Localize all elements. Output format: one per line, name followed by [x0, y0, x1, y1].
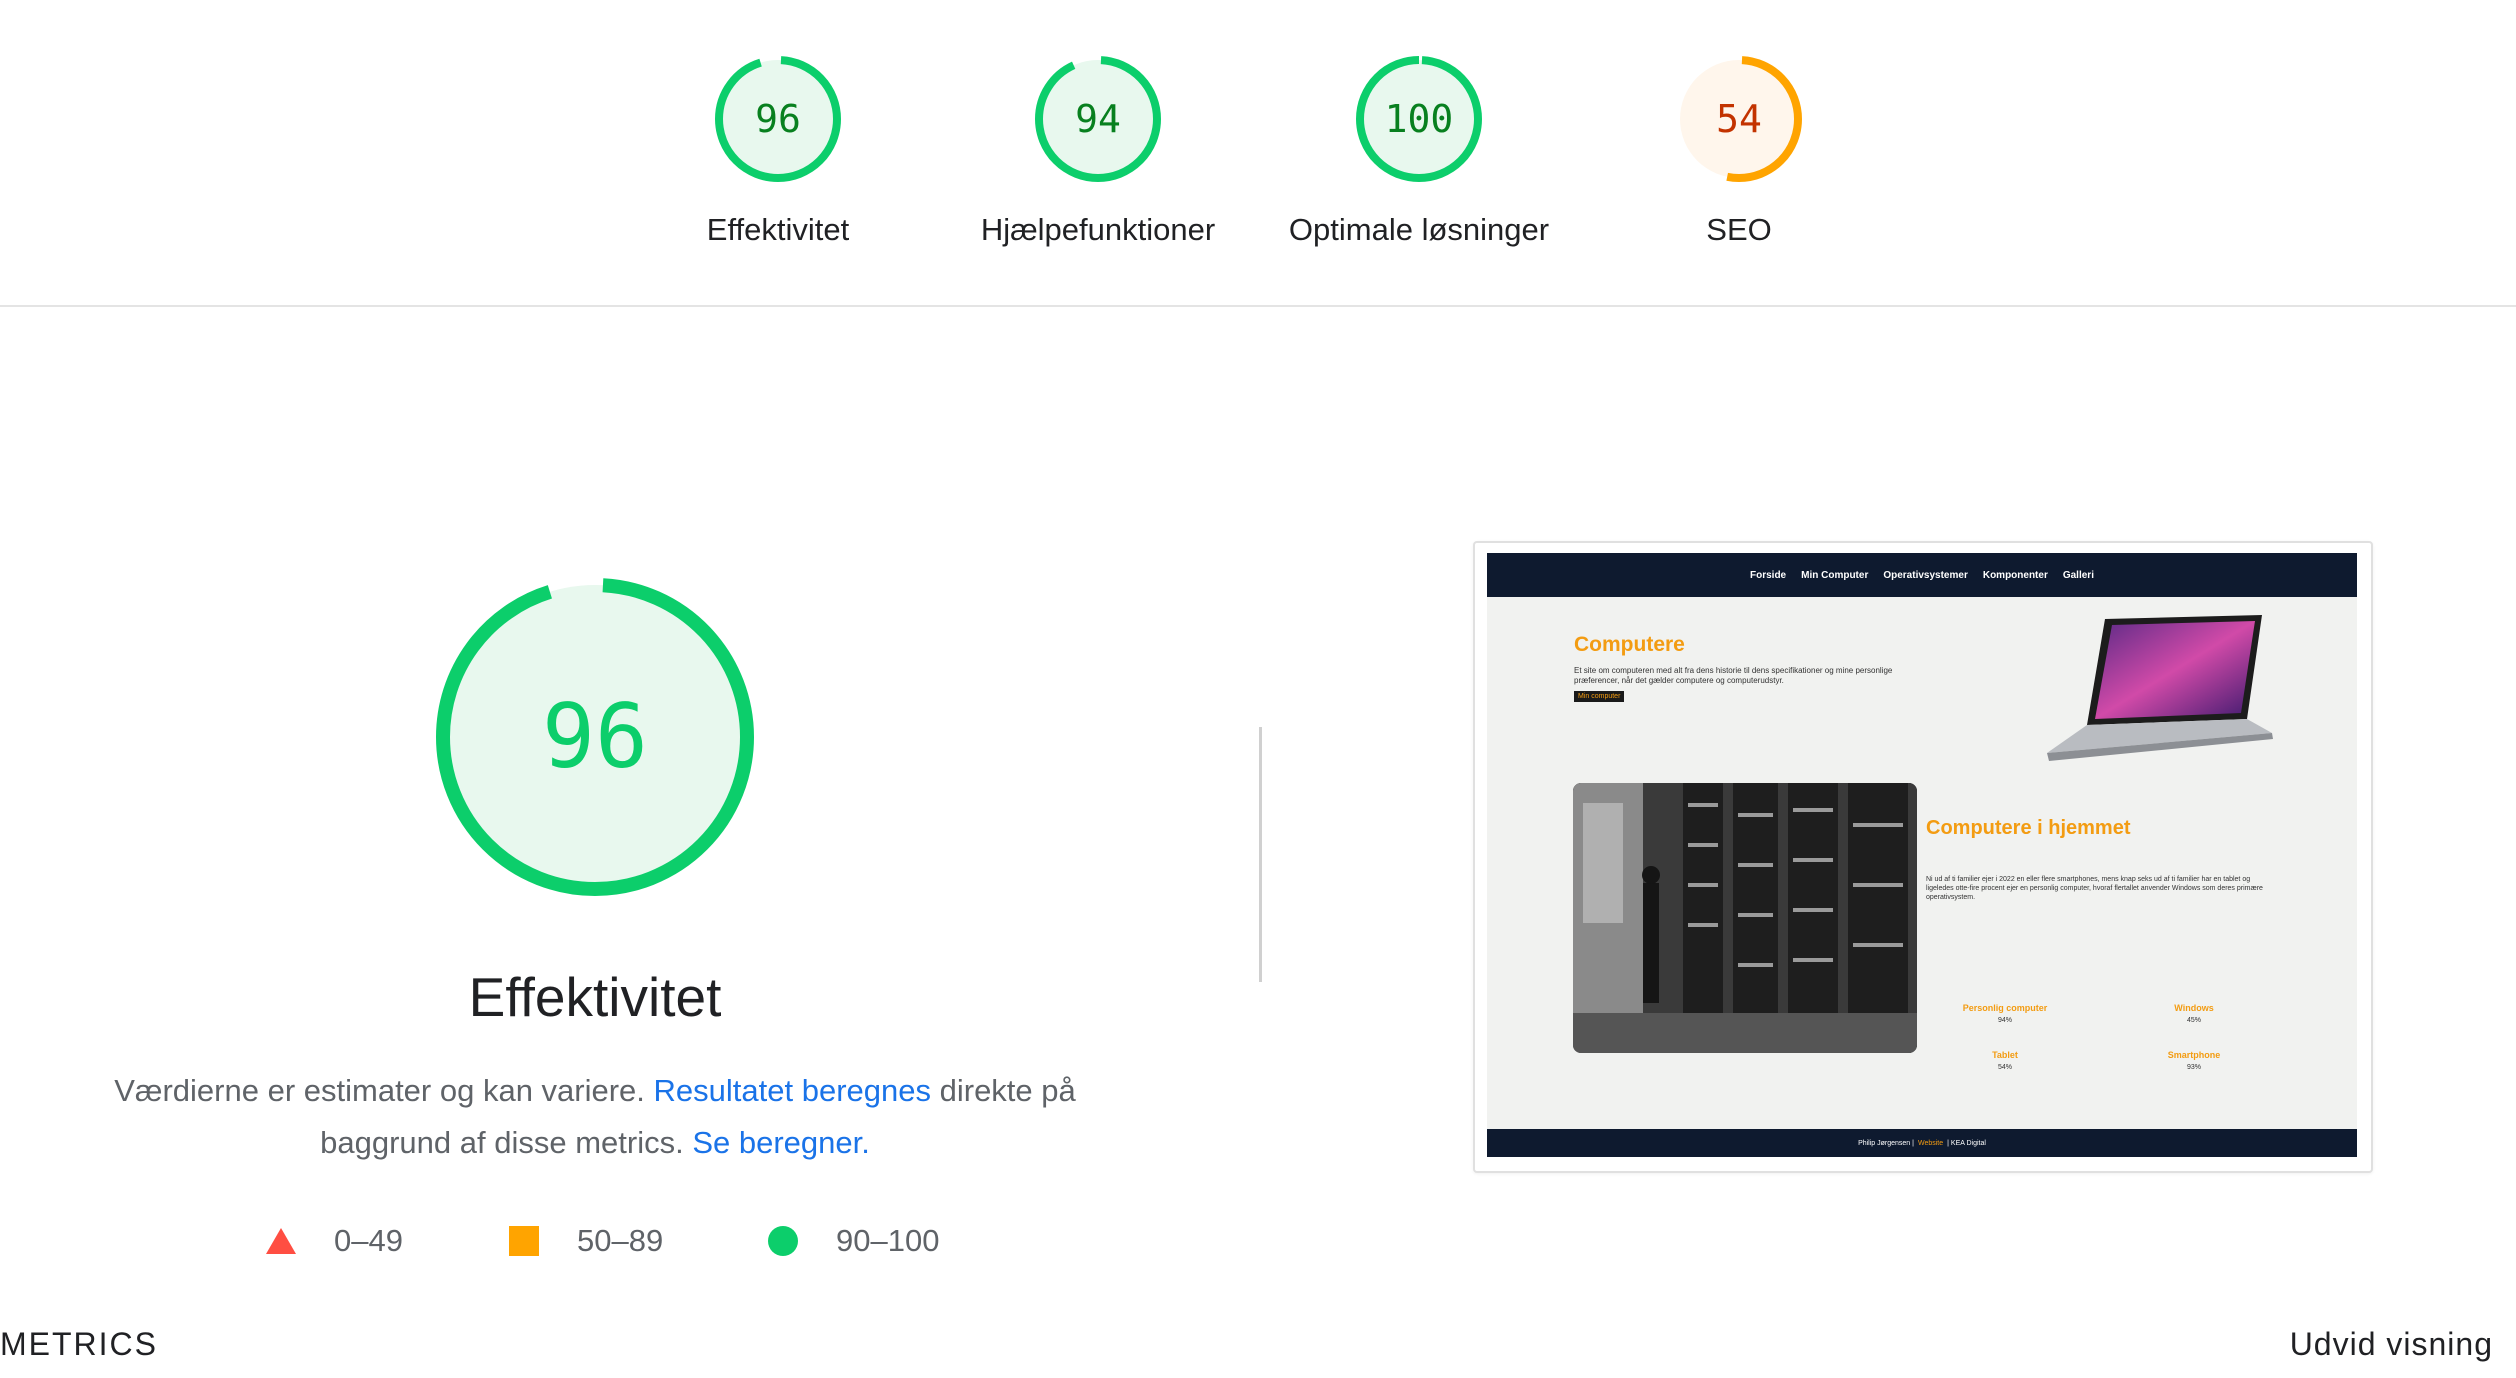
footer-link: Website	[1917, 1139, 1944, 1147]
site-stat: Smartphone 93%	[2124, 1050, 2264, 1071]
stat-value: 94%	[1997, 1017, 2012, 1024]
site-nav-item: Operativsystemer	[1883, 569, 1968, 581]
gauge-label: Effektivitet	[706, 212, 850, 247]
calculator-link[interactable]: Se beregner.	[692, 1125, 870, 1160]
gauge-hjaelpefunktioner[interactable]: 94 Hjælpefunktioner	[938, 52, 1258, 248]
site-paragraph: Ni ud af ti familier ejer i 2022 en elle…	[1926, 876, 2263, 901]
computer-room-photo	[1573, 783, 1917, 1053]
site-stat: Tablet 54%	[1935, 1050, 2075, 1071]
stat-label: Personlig computer	[1962, 1003, 2048, 1013]
site-heading: Computere	[1574, 633, 1685, 656]
site-thumbnail: Forside Min Computer Operativsystemer Ko…	[1487, 553, 2357, 1157]
square-icon	[509, 1226, 539, 1256]
score-legend: 0–49 50–89 90–100	[0, 1223, 1200, 1263]
score-value: 54	[1716, 97, 1762, 141]
footer-text: Philip Jørgensen |	[1858, 1139, 1914, 1147]
score-ring-icon: 94	[1035, 56, 1161, 182]
gauge-label: Hjælpefunktioner	[980, 212, 1216, 247]
site-nav-item: Galleri	[2062, 569, 2094, 581]
site-button: Min computer	[1574, 691, 1625, 702]
score-ring-icon: 54	[1676, 56, 1802, 182]
stat-label: Windows	[2174, 1003, 2214, 1013]
legend-range: 0–49	[334, 1223, 403, 1258]
stat-label: Tablet	[1992, 1050, 2018, 1060]
gauge-effektivitet[interactable]: 96 Effektivitet	[618, 52, 938, 248]
performance-score-gauge: 96	[436, 578, 754, 896]
legend-range: 90–100	[836, 1223, 940, 1258]
legend-average: 50–89	[507, 1223, 663, 1259]
stat-label: Smartphone	[2167, 1050, 2221, 1060]
score-ring-icon: 96	[715, 56, 841, 182]
site-nav: Forside Min Computer Operativsystemer Ko…	[1487, 553, 2357, 597]
score-value: 96	[755, 97, 801, 141]
gauge-optimale-losninger[interactable]: 100 Optimale løsninger	[1259, 52, 1579, 248]
site-heading-2: Computere i hjemmet	[1926, 817, 2131, 839]
stat-value: 54%	[1997, 1064, 2012, 1071]
legend-pass: 90–100	[766, 1223, 939, 1259]
circle-icon	[768, 1226, 798, 1256]
performance-title: Effektivitet	[468, 966, 722, 1028]
stat-value: 93%	[2186, 1064, 2201, 1071]
desc-text: Værdierne er estimater og kan variere.	[114, 1073, 654, 1108]
triangle-icon	[266, 1228, 296, 1254]
site-footer: Philip Jørgensen | Website | KEA Digital	[1487, 1129, 2357, 1157]
gauge-seo[interactable]: 54 SEO	[1579, 52, 1899, 248]
gauge-label: Optimale løsninger	[1288, 212, 1550, 247]
score-value: 94	[1075, 97, 1121, 141]
legend-range: 50–89	[577, 1223, 664, 1258]
vertical-divider	[1259, 727, 1262, 982]
metrics-heading: METRICS	[0, 1326, 158, 1362]
calculated-link[interactable]: Resultatet beregnes	[654, 1073, 931, 1108]
legend-fail: 0–49	[264, 1223, 403, 1259]
performance-score-value: 96	[542, 685, 648, 788]
site-stat: Windows 45%	[2124, 1003, 2264, 1024]
page-screenshot-preview[interactable]: Forside Min Computer Operativsystemer Ko…	[1473, 541, 2373, 1173]
expand-view-toggle[interactable]: Udvid visning	[2290, 1326, 2493, 1363]
score-value: 100	[1385, 97, 1454, 141]
site-nav-item: Forside	[1750, 569, 1787, 581]
site-intro: Et site om computeren med alt fra dens h…	[1574, 666, 1893, 685]
category-scores-bar: 96 Effektivitet 94 Hjælpefunktioner 100 …	[0, 0, 2516, 307]
gauge-label: SEO	[1706, 212, 1772, 247]
site-nav-item: Komponenter	[1982, 569, 2048, 581]
site-nav-item: Min Computer	[1801, 569, 1869, 581]
stat-value: 45%	[2186, 1017, 2201, 1024]
laptop-image	[2047, 615, 2273, 761]
score-ring-icon: 100	[1356, 56, 1482, 182]
site-stat: Personlig computer 94%	[1935, 1003, 2075, 1024]
score-description: Værdierne er estimater og kan variere. R…	[95, 1065, 1095, 1169]
footer-text: | KEA Digital	[1947, 1139, 1986, 1147]
